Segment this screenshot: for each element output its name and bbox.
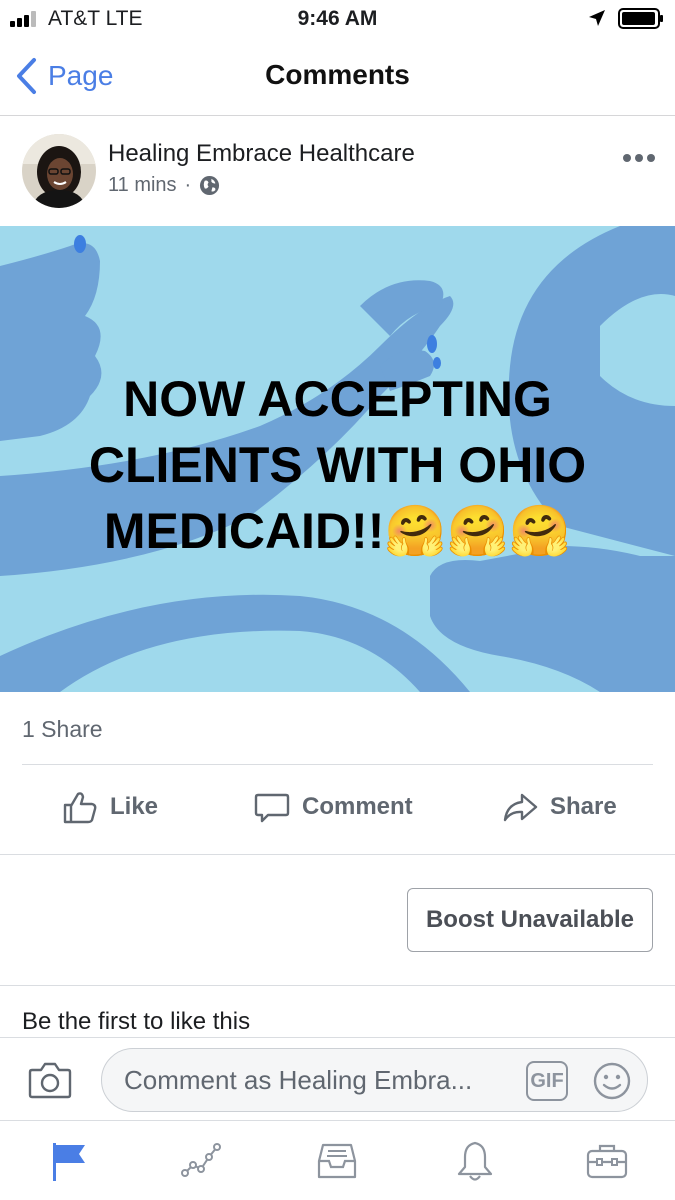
insights-icon[interactable] [179,1139,223,1183]
like-label: Like [110,793,159,820]
gif-button[interactable]: GIF [526,1061,568,1101]
navigation-bar: Page Comments [0,38,675,116]
avatar[interactable] [22,134,96,208]
post-time[interactable]: 11 mins [108,174,177,197]
briefcase-icon[interactable] [585,1139,629,1183]
inbox-icon[interactable] [315,1139,359,1183]
post-header: Healing Embrace Healthcare 11 mins · [0,116,675,226]
flag-icon[interactable] [47,1139,91,1183]
share-count[interactable]: 1 Share [22,716,103,743]
post-image[interactable]: NOW ACCEPTING CLIENTS WITH OHIO MEDICAID… [0,226,675,692]
post-meta: 11 mins · [108,174,220,197]
page-name[interactable]: Healing Embrace Healthcare [108,140,415,168]
comment-composer: Comment as Healing Embra... GIF [0,1037,675,1120]
share-arrow-icon [503,793,538,822]
globe-icon [200,175,220,196]
comment-input[interactable]: Comment as Healing Embra... GIF [101,1048,648,1112]
image-text-line-1: NOW ACCEPTING [123,371,552,427]
post-action-bar: Like Comment Share [0,765,675,855]
share-button[interactable]: Share [502,787,617,827]
like-button[interactable]: Like [62,787,158,827]
image-text-line-2: CLIENTS WITH OHIO [88,437,587,493]
camera-icon[interactable] [28,1060,72,1100]
comment-label: Comment [302,793,413,820]
emoji-smiley-icon[interactable] [592,1061,632,1101]
location-arrow-icon [589,10,605,26]
bell-icon[interactable] [453,1139,497,1183]
comment-placeholder: Comment as Healing Embra... [124,1065,473,1095]
likes-summary: Be the first to like this [22,1008,251,1035]
comment-button[interactable]: Comment [254,787,413,827]
image-text-line-3: MEDICAID!!🤗🤗🤗 [103,503,572,559]
battery-icon [618,8,663,29]
post-image-text: NOW ACCEPTING CLIENTS WITH OHIO MEDICAID… [0,366,675,564]
share-label: Share [550,793,617,820]
meta-separator: · [184,174,192,196]
status-bar: AT&T LTE 9:46 AM [0,0,675,38]
more-options-icon[interactable] [622,152,656,164]
avatar-photo [22,134,96,208]
page-title: Comments [265,59,410,90]
boost-unavailable-button[interactable]: Boost Unavailable [407,888,653,952]
tab-bar [0,1120,675,1200]
thumbs-up-icon [63,792,97,824]
speech-bubble-icon [254,793,290,823]
divider [0,985,675,986]
clock: 9:46 AM [297,7,378,30]
